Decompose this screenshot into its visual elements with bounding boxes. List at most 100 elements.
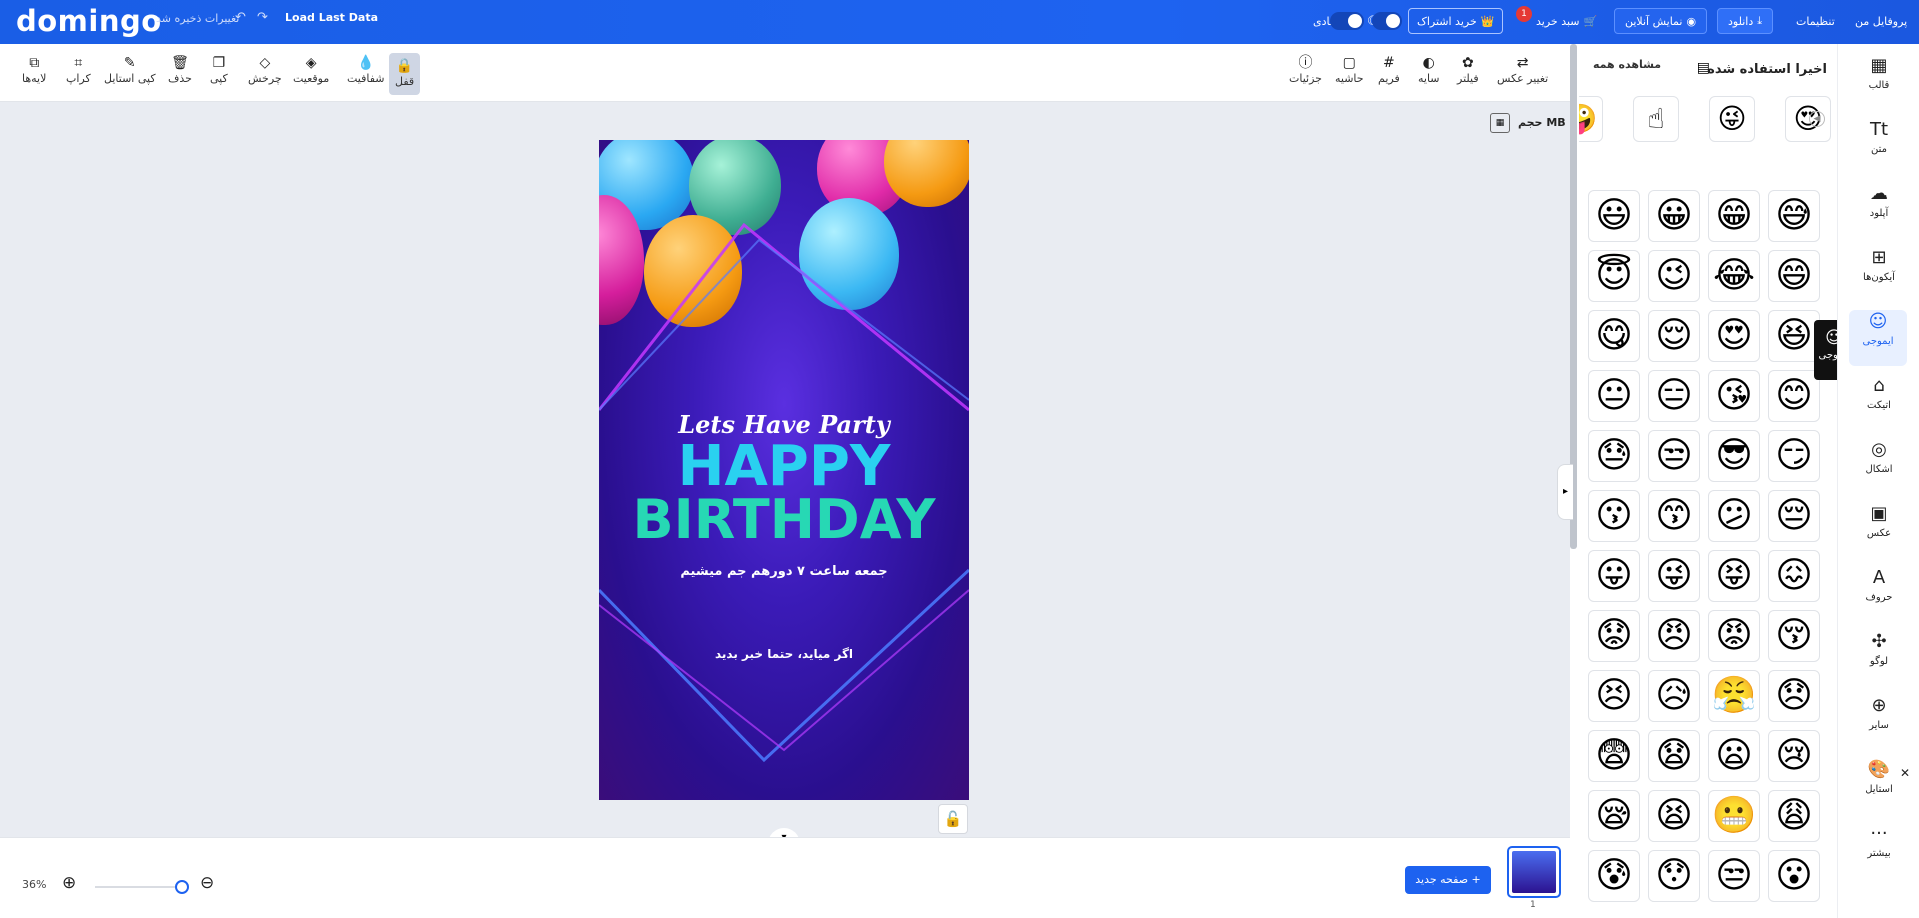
recent-emoji[interactable]: 🤪: [1579, 96, 1603, 142]
emoji-item[interactable]: 😥: [1648, 670, 1700, 722]
emoji-item[interactable]: 😩: [1768, 790, 1820, 842]
emoji-item[interactable]: 😔: [1768, 490, 1820, 542]
emoji-item[interactable]: 😕: [1708, 490, 1760, 542]
load-last-data-link[interactable]: Load Last Data: [285, 11, 378, 24]
recent-emoji[interactable]: ☝: [1633, 96, 1679, 142]
download-button[interactable]: دانلود ⤓: [1717, 8, 1774, 34]
nav-fonts[interactable]: A حروف: [1838, 566, 1919, 622]
see-all-link[interactable]: مشاهده همه: [1593, 58, 1661, 71]
live-preview-button[interactable]: نمایش آنلاین ◉: [1614, 8, 1708, 34]
birthday-text[interactable]: BIRTHDAY: [599, 492, 969, 548]
page-thumbnail[interactable]: [1507, 846, 1561, 898]
unlock-icon[interactable]: 🔓: [938, 804, 968, 834]
emoji-item[interactable]: 😒: [1648, 430, 1700, 482]
nav-shapes[interactable]: ◎ اشکال: [1838, 438, 1919, 494]
layers-button[interactable]: ⧉ لایه‌ها: [22, 54, 46, 85]
copy-style-button[interactable]: ✎ کپی استایل: [104, 54, 156, 85]
calculator-icon[interactable]: ▦: [1490, 113, 1510, 133]
nav-templates[interactable]: ▦ قالب: [1838, 54, 1919, 110]
emoji-item[interactable]: 😄: [1768, 250, 1820, 302]
new-page-button[interactable]: صفحه جدید +: [1405, 866, 1491, 894]
emoji-item[interactable]: 😊: [1768, 370, 1820, 422]
nav-other[interactable]: ⊕ سایر: [1838, 694, 1919, 750]
emoji-item[interactable]: 😉: [1648, 250, 1700, 302]
emoji-item[interactable]: 😫: [1648, 790, 1700, 842]
position-button[interactable]: ◈ موقعیت: [293, 54, 329, 85]
emoji-item[interactable]: 😝: [1708, 550, 1760, 602]
dark-mode-toggle[interactable]: [1372, 12, 1402, 30]
emoji-item[interactable]: 😏: [1768, 430, 1820, 482]
undo-icon[interactable]: ↶: [235, 10, 246, 25]
design-canvas[interactable]: Lets Have Party HAPPY BIRTHDAY جمعه ساعت…: [599, 140, 969, 800]
emoji-item[interactable]: 😖: [1768, 550, 1820, 602]
filter-button[interactable]: ✿ فیلتر: [1457, 54, 1479, 85]
emoji-item[interactable]: 😒: [1708, 850, 1760, 902]
copy-button[interactable]: ❐ کپی: [210, 54, 228, 85]
rsvp-text[interactable]: اگر میاید، حتما خبر بدید: [599, 647, 969, 661]
emoji-item[interactable]: 😬: [1708, 790, 1760, 842]
nav-logo[interactable]: ✣ لوگو: [1838, 630, 1919, 686]
emoji-item[interactable]: 😛: [1588, 550, 1640, 602]
emoji-item[interactable]: 😢: [1768, 730, 1820, 782]
emoji-item[interactable]: 😘: [1708, 370, 1760, 422]
emoji-item[interactable]: 😜: [1648, 550, 1700, 602]
profile-link[interactable]: پروفایل من: [1855, 8, 1907, 34]
emoji-item[interactable]: 😐: [1588, 370, 1640, 422]
subscribe-button[interactable]: خرید اشتراک 👑: [1408, 8, 1504, 34]
emoji-item[interactable]: 😯: [1648, 850, 1700, 902]
time-text[interactable]: جمعه ساعت ۷ دورهم جم میشیم: [599, 564, 969, 579]
zoom-in-icon[interactable]: ⊕: [62, 873, 76, 893]
nav-icons[interactable]: ⊞ آیکون‌ها: [1838, 246, 1919, 302]
scroll-left-icon[interactable]: ◀: [1809, 111, 1825, 127]
lock-button[interactable]: 🔒 قفل: [389, 53, 421, 95]
emoji-item[interactable]: 😙: [1648, 490, 1700, 542]
delete-button[interactable]: 🗑 حذف: [168, 54, 192, 85]
frame-button[interactable]: # فریم: [1378, 54, 1400, 85]
emoji-item[interactable]: 😑: [1648, 370, 1700, 422]
emoji-item[interactable]: 😂: [1708, 250, 1760, 302]
nav-text[interactable]: Tt متن: [1838, 118, 1919, 174]
redo-icon[interactable]: ↷: [257, 10, 268, 25]
emoji-item[interactable]: 😣: [1588, 670, 1640, 722]
nav-sticker[interactable]: ⌂ اتیکت: [1838, 374, 1919, 430]
crop-button[interactable]: ⌗ کراپ: [66, 54, 91, 85]
recent-emoji[interactable]: 😜: [1709, 96, 1755, 142]
emoji-item[interactable]: 😗: [1588, 490, 1640, 542]
details-button[interactable]: ⓘ جزئیات: [1289, 54, 1322, 85]
rotate-button[interactable]: ◇ چرخش: [248, 54, 282, 85]
zoom-slider[interactable]: [95, 880, 189, 894]
emoji-item[interactable]: 😦: [1708, 730, 1760, 782]
opacity-button[interactable]: 💧 شفافیت: [347, 54, 385, 85]
panel-collapse-handle[interactable]: ▸: [1557, 464, 1573, 520]
emoji-item[interactable]: 😋: [1588, 310, 1640, 362]
nav-emoji[interactable]: ☺ ایموجی: [1849, 310, 1907, 366]
emoji-item[interactable]: 😀: [1648, 190, 1700, 242]
emoji-item[interactable]: 😚: [1768, 610, 1820, 662]
emoji-item[interactable]: 😆: [1768, 310, 1820, 362]
emoji-item[interactable]: 😞: [1768, 670, 1820, 722]
emoji-item[interactable]: 😰: [1588, 850, 1640, 902]
emoji-item[interactable]: 😍: [1708, 310, 1760, 362]
zoom-slider-thumb[interactable]: [175, 880, 189, 894]
emoji-item[interactable]: 😎: [1708, 430, 1760, 482]
emoji-item[interactable]: 😁: [1708, 190, 1760, 242]
nav-upload[interactable]: ☁ آپلود: [1838, 182, 1919, 238]
border-button[interactable]: ▢ حاشیه: [1335, 54, 1364, 85]
emoji-item[interactable]: 😤: [1708, 670, 1760, 722]
nav-more[interactable]: ··· بیشتر: [1838, 822, 1919, 878]
emoji-item[interactable]: 😠: [1648, 610, 1700, 662]
emoji-item[interactable]: 😪: [1588, 790, 1640, 842]
emoji-item[interactable]: 😌: [1648, 310, 1700, 362]
nav-photo[interactable]: ▣ عکس: [1838, 502, 1919, 558]
emoji-item[interactable]: 😃: [1588, 190, 1640, 242]
close-icon[interactable]: ✕: [1900, 766, 1910, 780]
emoji-item[interactable]: 😮: [1768, 850, 1820, 902]
emoji-item[interactable]: 😧: [1648, 730, 1700, 782]
emoji-item[interactable]: 😅: [1768, 190, 1820, 242]
replace-image-button[interactable]: ⇄ تغییر عکس: [1497, 54, 1548, 85]
emoji-item[interactable]: 😨: [1588, 730, 1640, 782]
emoji-item[interactable]: 😓: [1588, 430, 1640, 482]
settings-link[interactable]: تنظیمات: [1796, 8, 1835, 34]
emoji-item[interactable]: 😡: [1708, 610, 1760, 662]
cart-button[interactable]: سبد خرید 🛒: [1536, 8, 1597, 34]
